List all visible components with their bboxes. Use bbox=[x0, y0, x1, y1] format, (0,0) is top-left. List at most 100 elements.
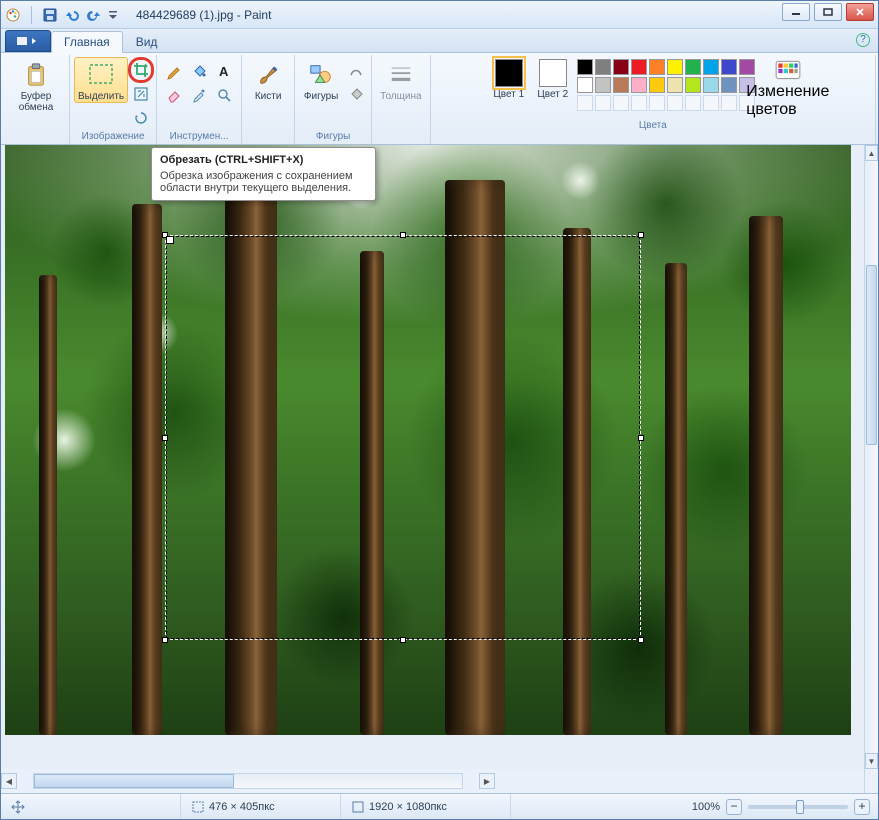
palette-swatch[interactable] bbox=[721, 59, 737, 75]
size-button[interactable]: Толщина bbox=[376, 57, 425, 102]
scroll-left-arrow[interactable]: ◀ bbox=[1, 773, 17, 789]
canvas-area: Обрезать (CTRL+SHIFT+X) Обрезка изображе… bbox=[1, 145, 878, 793]
vertical-scrollbar[interactable]: ▲ ▼ bbox=[864, 145, 878, 769]
palette-swatch[interactable] bbox=[667, 95, 683, 111]
tab-view[interactable]: Вид bbox=[123, 31, 171, 52]
shapes-button[interactable]: Фигуры bbox=[299, 57, 343, 102]
palette-swatch[interactable] bbox=[595, 95, 611, 111]
palette-swatch[interactable] bbox=[631, 95, 647, 111]
fill-tool[interactable] bbox=[188, 60, 210, 82]
zoom-slider-knob[interactable] bbox=[796, 800, 804, 814]
magnifier-tool[interactable] bbox=[213, 84, 235, 106]
palette-swatch[interactable] bbox=[685, 77, 701, 93]
palette-swatch[interactable] bbox=[595, 59, 611, 75]
palette-swatch[interactable] bbox=[577, 95, 593, 111]
palette-swatch[interactable] bbox=[595, 77, 611, 93]
maximize-button[interactable] bbox=[814, 3, 842, 21]
minimize-button[interactable] bbox=[782, 3, 810, 21]
palette-swatch[interactable] bbox=[649, 59, 665, 75]
zoom-out-button[interactable]: − bbox=[726, 799, 742, 815]
help-icon[interactable]: ? bbox=[856, 33, 870, 47]
hscroll-thumb[interactable] bbox=[34, 774, 234, 788]
zoom-slider[interactable] bbox=[748, 805, 848, 809]
resize-button[interactable] bbox=[130, 83, 152, 105]
color1-button[interactable]: Цвет 1 bbox=[489, 59, 529, 100]
horizontal-scrollbar[interactable]: ◀ ▶ bbox=[1, 769, 864, 793]
scroll-corner bbox=[864, 769, 878, 793]
selection-size-icon bbox=[191, 800, 205, 814]
save-icon[interactable] bbox=[42, 7, 58, 23]
edit-colors-button[interactable]: Изменение цветов bbox=[759, 59, 817, 119]
pencil-tool[interactable] bbox=[163, 60, 185, 82]
palette-swatch[interactable] bbox=[577, 59, 593, 75]
select-button[interactable]: Выделить bbox=[74, 57, 128, 103]
image-canvas[interactable] bbox=[5, 145, 851, 735]
group-image: Выделить Изображение bbox=[70, 55, 157, 144]
selection-marquee[interactable] bbox=[165, 235, 641, 640]
palette-swatch[interactable] bbox=[613, 77, 629, 93]
scroll-down-arrow[interactable]: ▼ bbox=[865, 753, 878, 769]
color2-button[interactable]: Цвет 2 bbox=[533, 59, 573, 100]
group-label-image: Изображение bbox=[82, 130, 145, 144]
qat-customize-icon[interactable] bbox=[108, 7, 118, 23]
svg-text:A: A bbox=[219, 64, 229, 79]
text-tool[interactable]: A bbox=[213, 60, 235, 82]
scroll-right-arrow[interactable]: ▶ bbox=[479, 773, 495, 789]
status-cursor bbox=[1, 794, 181, 819]
color2-label: Цвет 2 bbox=[537, 89, 568, 100]
brush-icon bbox=[252, 61, 284, 89]
hscroll-track[interactable] bbox=[33, 773, 463, 789]
status-image-size: 1920 × 1080пкс bbox=[341, 794, 511, 819]
zoom-in-button[interactable]: + bbox=[854, 799, 870, 815]
palette-swatch[interactable] bbox=[721, 95, 737, 111]
shape-outline-button[interactable] bbox=[345, 59, 367, 81]
paste-button[interactable]: Буфер обмена bbox=[7, 57, 65, 113]
vscroll-thumb[interactable] bbox=[866, 265, 877, 445]
ribbon: Буфер обмена Выделить bbox=[1, 53, 878, 145]
redo-icon[interactable] bbox=[86, 7, 102, 23]
crop-button[interactable] bbox=[130, 59, 152, 81]
undo-icon[interactable] bbox=[64, 7, 80, 23]
rotate-button[interactable] bbox=[130, 107, 152, 129]
group-label-tools: Инструмен... bbox=[170, 130, 229, 144]
palette-swatch[interactable] bbox=[631, 77, 647, 93]
close-button[interactable] bbox=[846, 3, 874, 21]
image-size-icon bbox=[351, 800, 365, 814]
brushes-label: Кисти bbox=[255, 91, 282, 102]
palette-swatch[interactable] bbox=[613, 59, 629, 75]
scroll-up-arrow[interactable]: ▲ bbox=[865, 145, 878, 161]
color1-label: Цвет 1 bbox=[493, 89, 524, 100]
palette-swatch[interactable] bbox=[577, 77, 593, 93]
palette-swatch[interactable] bbox=[703, 59, 719, 75]
palette-swatch[interactable] bbox=[685, 95, 701, 111]
palette-swatch[interactable] bbox=[721, 77, 737, 93]
palette-swatch[interactable] bbox=[685, 59, 701, 75]
tooltip-body: Обрезка изображения с сохранением област… bbox=[160, 170, 367, 194]
group-label-shapes: Фигуры bbox=[316, 130, 350, 144]
palette-swatch[interactable] bbox=[667, 59, 683, 75]
brushes-button[interactable]: Кисти bbox=[246, 57, 290, 102]
color-picker-tool[interactable] bbox=[188, 84, 210, 106]
eraser-tool[interactable] bbox=[163, 84, 185, 106]
paste-label: Буфер обмена bbox=[11, 91, 61, 113]
shapes-label: Фигуры bbox=[304, 91, 338, 102]
palette-swatch[interactable] bbox=[649, 95, 665, 111]
palette-swatch[interactable] bbox=[613, 95, 629, 111]
canvas-viewport[interactable] bbox=[1, 145, 864, 769]
line-weight-icon bbox=[385, 61, 417, 89]
cursor-pos-icon bbox=[11, 800, 25, 814]
app-icon bbox=[5, 7, 21, 23]
group-shapes: Фигуры Фигуры bbox=[295, 55, 372, 144]
shape-fill-button[interactable] bbox=[345, 83, 367, 105]
shapes-gallery-icon bbox=[305, 61, 337, 89]
palette-swatch[interactable] bbox=[649, 77, 665, 93]
palette-swatch[interactable] bbox=[631, 59, 647, 75]
palette-swatch[interactable] bbox=[703, 77, 719, 93]
tab-home[interactable]: Главная bbox=[51, 31, 123, 53]
palette-swatch[interactable] bbox=[667, 77, 683, 93]
file-menu-button[interactable] bbox=[5, 30, 51, 52]
color-wheel-icon bbox=[773, 59, 803, 83]
palette-swatch[interactable] bbox=[703, 95, 719, 111]
group-brushes: Кисти bbox=[242, 55, 295, 144]
palette-swatch[interactable] bbox=[739, 59, 755, 75]
